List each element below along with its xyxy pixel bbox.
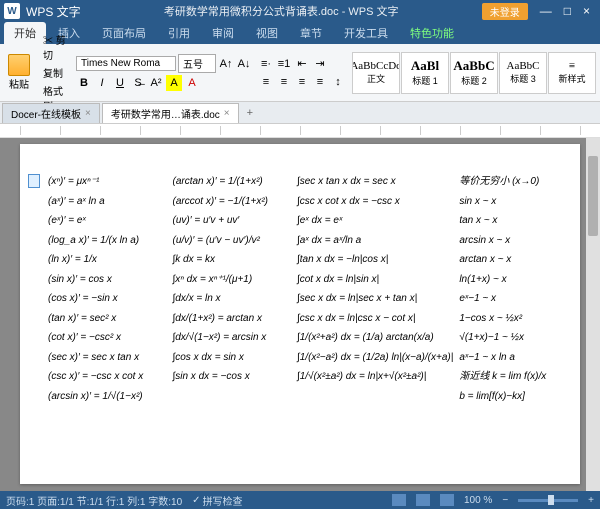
tab-references[interactable]: 引用 <box>158 22 200 44</box>
formula-col-2: (arctan x)′ = 1/(1+x²)(arccot x)′ = −1/(… <box>173 174 292 408</box>
ribbon-tabs: 开始 插入 页面布局 引用 审阅 视图 章节 开发工具 特色功能 <box>0 22 600 44</box>
app-name: WPS 文字 <box>26 3 81 20</box>
close-tab-icon[interactable]: × <box>85 108 91 119</box>
superscript-button[interactable]: A² <box>148 75 164 91</box>
doc-tab-label: Docer-在线模板 <box>11 106 81 121</box>
paragraph-group: ≡· ≡1 ⇤ ⇥ ≡ ≡ ≡ ≡ ↕ <box>258 56 346 90</box>
doc-tab-current[interactable]: 考研数学常用…诵表.doc × <box>102 103 239 123</box>
formula-col-3: ∫sec x tan x dx = sec x∫csc x cot x dx =… <box>297 174 453 408</box>
paste-icon <box>8 54 30 76</box>
new-tab-button[interactable]: + <box>241 107 259 119</box>
zoom-in-button[interactable]: + <box>588 495 594 506</box>
horizontal-ruler[interactable] <box>0 124 600 138</box>
app-logo-icon: W <box>4 3 20 19</box>
indent-dec-button[interactable]: ⇤ <box>294 56 310 72</box>
formula-content: (xⁿ)′ = μxⁿ⁻¹(aˣ)′ = aˣ ln a(eˣ)′ = eˣ (… <box>48 174 566 408</box>
close-button[interactable]: × <box>577 4 596 18</box>
font-family-select[interactable]: Times New Roma <box>76 56 176 71</box>
view-print-button[interactable] <box>392 494 406 506</box>
document-page[interactable]: (xⁿ)′ = μxⁿ⁻¹(aˣ)′ = aˣ ln a(eˣ)′ = eˣ (… <box>20 144 580 484</box>
page-icon <box>28 174 40 188</box>
doc-tab-label: 考研数学常用…诵表.doc <box>111 106 220 121</box>
font-size-select[interactable]: 五号 <box>178 54 216 73</box>
style-h1[interactable]: AaBl标题 1 <box>401 52 449 94</box>
zoom-slider[interactable] <box>518 499 578 502</box>
bold-button[interactable]: B <box>76 75 92 91</box>
number-list-button[interactable]: ≡1 <box>276 56 292 72</box>
italic-button[interactable]: I <box>94 75 110 91</box>
align-right-button[interactable]: ≡ <box>294 74 310 90</box>
style-h2[interactable]: AaBbC标题 2 <box>450 52 498 94</box>
strike-button[interactable]: S̶ <box>130 75 146 91</box>
grow-font-button[interactable]: A↑ <box>218 56 234 72</box>
align-left-button[interactable]: ≡ <box>258 74 274 90</box>
maximize-button[interactable]: □ <box>558 4 577 18</box>
align-center-button[interactable]: ≡ <box>276 74 292 90</box>
align-justify-button[interactable]: ≡ <box>312 74 328 90</box>
formula-col-4: 等价无穷小 (x→0)sin x ~ xtan x ~ x arcsin x ~… <box>459 174 566 408</box>
document-title: 考研数学常用微积分公式背诵表.doc - WPS 文字 <box>81 3 482 19</box>
cut-button[interactable]: ✂ 剪切 <box>40 31 70 63</box>
styles-group: AaBbCcDd正文 AaBl标题 1 AaBbC标题 2 AaBbC标题 3 … <box>352 52 596 94</box>
tab-layout[interactable]: 页面布局 <box>92 22 156 44</box>
tab-sections[interactable]: 章节 <box>290 22 332 44</box>
view-web-button[interactable] <box>416 494 430 506</box>
indent-inc-button[interactable]: ⇥ <box>312 56 328 72</box>
page-info: 页码:1 页面:1/1 节:1/1 行:1 列:1 字数:10 <box>6 493 182 508</box>
zoom-value[interactable]: 100 % <box>464 495 492 506</box>
page-area[interactable]: (xⁿ)′ = μxⁿ⁻¹(aˣ)′ = aˣ ln a(eˣ)′ = eˣ (… <box>0 138 600 491</box>
login-button[interactable]: 未登录 <box>482 3 528 20</box>
style-normal[interactable]: AaBbCcDd正文 <box>352 52 400 94</box>
font-color-button[interactable]: A <box>184 75 200 91</box>
statusbar: 页码:1 页面:1/1 节:1/1 行:1 列:1 字数:10 ✓ 拼写检查 1… <box>0 491 600 509</box>
doc-tab-docer[interactable]: Docer-在线模板 × <box>2 103 100 123</box>
copy-button[interactable]: 复制 <box>40 64 70 81</box>
tab-special[interactable]: 特色功能 <box>400 22 464 44</box>
document-tabs: Docer-在线模板 × 考研数学常用…诵表.doc × + <box>0 102 600 124</box>
style-h3[interactable]: AaBbC标题 3 <box>499 52 547 94</box>
paste-button[interactable]: 粘贴 <box>4 53 34 93</box>
spellcheck-button[interactable]: ✓ 拼写检查 <box>192 493 242 508</box>
shrink-font-button[interactable]: A↓ <box>236 56 252 72</box>
formula-col-1: (xⁿ)′ = μxⁿ⁻¹(aˣ)′ = aˣ ln a(eˣ)′ = eˣ (… <box>48 174 167 408</box>
highlight-button[interactable]: A <box>166 75 182 91</box>
close-tab-icon[interactable]: × <box>224 108 230 119</box>
tab-review[interactable]: 审阅 <box>202 22 244 44</box>
clipboard-group: 粘贴 <box>4 53 34 93</box>
tab-view[interactable]: 视图 <box>246 22 288 44</box>
new-style-button[interactable]: ≡新样式 <box>548 52 596 94</box>
titlebar: W WPS 文字 考研数学常用微积分公式背诵表.doc - WPS 文字 未登录… <box>0 0 600 22</box>
line-spacing-button[interactable]: ↕ <box>330 74 346 90</box>
view-outline-button[interactable] <box>440 494 454 506</box>
underline-button[interactable]: U <box>112 75 128 91</box>
ribbon: 粘贴 ✂ 剪切 复制 格式刷 Times New Roma 五号 A↑ A↓ B… <box>0 44 600 102</box>
zoom-out-button[interactable]: − <box>502 495 508 506</box>
tab-dev[interactable]: 开发工具 <box>334 22 398 44</box>
font-group: Times New Roma 五号 A↑ A↓ B I U S̶ A² A A <box>76 54 252 91</box>
bullet-list-button[interactable]: ≡· <box>258 56 274 72</box>
scroll-thumb[interactable] <box>588 156 598 236</box>
minimize-button[interactable]: — <box>534 4 558 18</box>
paste-label: 粘贴 <box>9 76 29 91</box>
vertical-scrollbar[interactable] <box>586 138 600 491</box>
